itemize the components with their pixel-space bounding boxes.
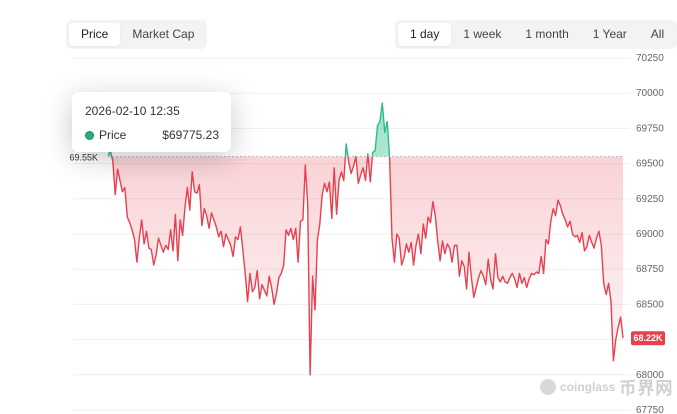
y-tick-label: 69500 — [636, 159, 664, 170]
tooltip-series-name: Price — [99, 128, 127, 142]
y-tick-label: 69750 — [636, 123, 664, 134]
price-chart[interactable]: 70250 70000 69750 69500 69250 69000 68750 68500… — [0, 0, 677, 414]
series-dot-icon — [85, 130, 94, 140]
watermark-text: coinglass — [560, 379, 616, 394]
coinglass-logo-icon — [540, 378, 556, 395]
y-tick-label: 70000 — [636, 88, 664, 99]
tooltip-value: $69775.23 — [162, 128, 219, 142]
watermark-cn-text: 币界网 — [619, 379, 674, 398]
y-tick-label: 70250 — [636, 53, 664, 64]
y-tick-label: 69250 — [636, 194, 664, 205]
y-axis: 70250 70000 69750 69500 69250 69000 68750 68500… — [636, 53, 664, 414]
tooltip-time: 2026-02-10 12:35 — [85, 104, 180, 118]
y-tick-label: 68750 — [636, 264, 664, 275]
last-price-label: 68.22K — [633, 333, 663, 343]
y-tick-label: 69000 — [636, 229, 664, 240]
y-tick-label: 67750 — [636, 405, 664, 414]
baseline-label: 69.55K — [69, 153, 98, 163]
last-price-badge: 68.22K — [631, 331, 665, 346]
watermark: coinglass 币界网 — [540, 374, 673, 399]
price-tooltip: 2026-02-10 12:35 Price $69775.23 — [72, 92, 231, 152]
tooltip-row: Price $69775.23 — [85, 127, 219, 143]
y-tick-label: 68500 — [636, 299, 664, 310]
